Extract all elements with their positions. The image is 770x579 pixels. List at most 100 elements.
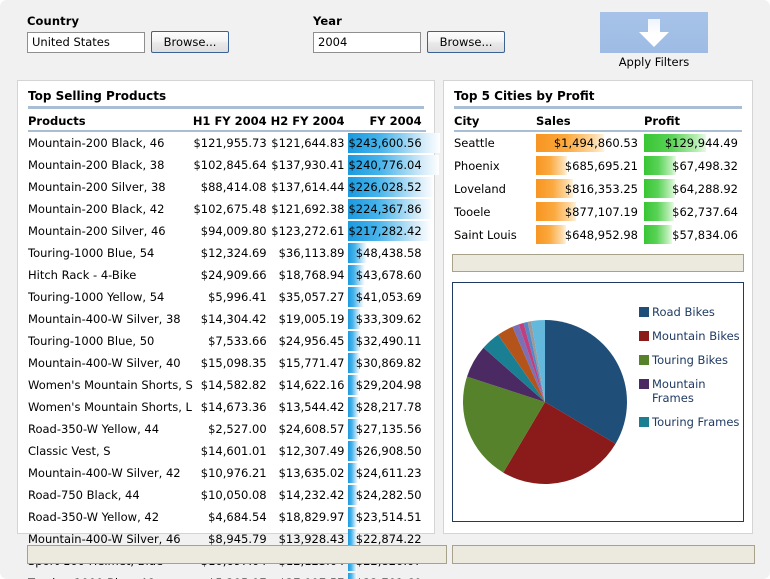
product-fy-databar-cell: $226,028.52 bbox=[348, 176, 434, 198]
product-h2-cell: $24,608.57 bbox=[278, 422, 345, 436]
city-profit-value: $129,944.49 bbox=[664, 136, 738, 150]
products-table-row[interactable]: Mountain-200 Silver, 38 $88,414.08 $137,61… bbox=[28, 176, 434, 198]
country-input[interactable] bbox=[27, 31, 145, 53]
products-col-header-h2[interactable]: H2 FY 2004 bbox=[270, 114, 349, 132]
products-table-row[interactable]: Road-350-W Yellow, 44 $2,527.00 $24,608.57… bbox=[28, 418, 426, 440]
products-col-header-fy[interactable]: FY 2004 bbox=[348, 114, 426, 132]
product-name-cell: Mountain-200 Black, 38 bbox=[28, 158, 165, 172]
product-fy-databar-cell: $224,367.86 bbox=[348, 198, 434, 220]
products-col-header-name[interactable]: Products bbox=[28, 114, 193, 132]
products-table-row[interactable]: Touring-1000 Blue, 46-$5,295.97$27,997.5… bbox=[28, 572, 426, 579]
cities-col-header-city[interactable]: City bbox=[454, 114, 534, 132]
cities-table-row[interactable]: Seattle $1,494,860.53 $129,944.49 bbox=[454, 131, 742, 154]
year-browse-button[interactable]: Browse... bbox=[427, 31, 505, 53]
products-table-row[interactable]: Mountain-400-W Silver, 38 $14,304.42 $19,0… bbox=[28, 308, 426, 330]
cities-col-header-profit[interactable]: Profit bbox=[642, 114, 742, 132]
pie-legend-item[interactable]: Mountain Bikes bbox=[639, 329, 743, 343]
products-table-row[interactable]: Mountain-200 Black, 38 $102,845.64 $137,93… bbox=[28, 154, 440, 176]
cities-col-header-sales[interactable]: Sales bbox=[534, 114, 642, 132]
product-fy-value: $33,309.62 bbox=[355, 312, 422, 326]
year-label: Year bbox=[313, 14, 342, 28]
product-h1-cell: $121,955.73 bbox=[193, 136, 267, 150]
product-h1-cell: $10,050.08 bbox=[200, 488, 267, 502]
pie-legend-swatch bbox=[639, 355, 649, 365]
products-panel-title: Top Selling Products bbox=[28, 89, 167, 103]
product-h2-cell: $19,005.19 bbox=[278, 312, 345, 326]
product-h1-cell: $12,324.69 bbox=[200, 246, 267, 260]
city-sales-databar-cell: $877,107.19 bbox=[534, 200, 642, 223]
product-fy-databar-cell: $24,611.23 bbox=[348, 462, 425, 484]
product-name-cell: Mountain-200 Silver, 46 bbox=[28, 224, 166, 238]
city-sales-databar-cell: $648,952.98 bbox=[534, 223, 642, 246]
pie-legend-label: Touring Frames bbox=[652, 415, 740, 429]
product-h2-cell: $13,635.02 bbox=[278, 466, 345, 480]
city-sales-value: $648,952.98 bbox=[564, 227, 638, 242]
product-h1-cell: $14,304.42 bbox=[200, 312, 267, 326]
products-col-header-h1[interactable]: H1 FY 2004 bbox=[192, 114, 271, 132]
product-fy-databar-cell: $43,678.60 bbox=[348, 264, 425, 286]
city-name-cell: Loveland bbox=[454, 181, 506, 196]
product-h1-cell: $5,996.41 bbox=[208, 290, 267, 304]
product-h1-cell: $7,533.66 bbox=[208, 334, 267, 348]
product-fy-databar-cell: $217,282.42 bbox=[348, 220, 431, 242]
products-table-row[interactable]: Mountain-200 Silver, 46 $94,009.80 $123,27… bbox=[28, 220, 431, 242]
products-table-row[interactable]: Touring-1000 Yellow, 54 $5,996.41 $35,057.… bbox=[28, 286, 426, 308]
product-fy-databar-cell: $240,776.04 bbox=[348, 154, 440, 176]
year-input[interactable] bbox=[313, 31, 421, 53]
products-table-row[interactable]: Classic Vest, S $14,601.01 $12,307.49 $26,9… bbox=[28, 440, 426, 462]
apply-filters-button[interactable]: Apply Filters bbox=[600, 12, 708, 69]
product-name-cell: Women's Mountain Shorts, S bbox=[28, 378, 193, 392]
country-label: Country bbox=[27, 14, 80, 28]
pie-legend-label: Road Bikes bbox=[652, 305, 715, 319]
pie-legend-item[interactable]: Road Bikes bbox=[639, 305, 743, 319]
product-fy-value: $43,678.60 bbox=[355, 268, 422, 282]
city-profit-databar-cell: $64,288.92 bbox=[642, 177, 742, 200]
product-h1-cell: $88,414.08 bbox=[200, 180, 267, 194]
product-fy-databar-cell: $23,514.51 bbox=[348, 506, 425, 528]
cities-table-row[interactable]: Saint Louis $648,952.98 $57,834.06 bbox=[454, 223, 742, 246]
product-fy-databar-cell: $29,204.98 bbox=[348, 374, 425, 396]
products-table-row[interactable]: Road-350-W Yellow, 42 $4,684.54 $18,829.97… bbox=[28, 506, 426, 528]
city-name-cell: Tooele bbox=[454, 204, 491, 219]
product-fy-value: $240,776.04 bbox=[348, 158, 422, 172]
products-table-row[interactable]: Mountain-400-W Silver, 40 $15,098.35 $15,7… bbox=[28, 352, 426, 374]
cities-table-row[interactable]: Phoenix $685,695.21 $67,498.32 bbox=[454, 154, 742, 177]
bottom-right-placeholder-box bbox=[452, 545, 755, 564]
city-sales-databar-cell: $685,695.21 bbox=[534, 154, 642, 177]
product-fy-value: $24,282.50 bbox=[355, 488, 422, 502]
product-fy-value: $32,490.11 bbox=[355, 334, 422, 348]
products-table-row[interactable]: Road-750 Black, 44 $10,050.08 $14,232.42 $2… bbox=[28, 484, 426, 506]
products-table-row[interactable]: Touring-1000 Blue, 50 $7,533.66 $24,956.45… bbox=[28, 330, 426, 352]
product-h2-cell: $24,956.45 bbox=[278, 334, 345, 348]
product-fy-databar-cell: $22,701.60 bbox=[348, 572, 425, 579]
products-table-row[interactable]: Women's Mountain Shorts, S $14,582.82 $14,… bbox=[28, 374, 426, 396]
products-header-row: Products H1 FY 2004 H2 FY 2004 FY 2004 bbox=[28, 114, 426, 132]
filter-bar: Country Browse... Year Browse... bbox=[0, 0, 770, 72]
city-sales-value: $816,353.25 bbox=[564, 181, 638, 196]
pie-legend-item[interactable]: Mountain Frames bbox=[639, 377, 743, 405]
pie-legend: Road Bikes Mountain Bikes Touring Bikes Mou… bbox=[639, 305, 743, 439]
city-profit-databar-cell: $129,944.49 bbox=[642, 131, 742, 154]
country-browse-button[interactable]: Browse... bbox=[151, 31, 229, 53]
product-name-cell: Road-750 Black, 44 bbox=[28, 488, 140, 502]
product-name-cell: Touring-1000 Yellow, 54 bbox=[28, 290, 165, 304]
product-category-pie-chart: Road Bikes Mountain Bikes Touring Bikes Mou… bbox=[452, 282, 744, 522]
products-table-row[interactable]: Mountain-200 Black, 46 $121,955.73 $121,64… bbox=[28, 131, 441, 154]
product-name-cell: Mountain-200 Silver, 38 bbox=[28, 180, 166, 194]
products-table-row[interactable]: Touring-1000 Blue, 54 $12,324.69 $36,113.8… bbox=[28, 242, 426, 264]
pie-legend-item[interactable]: Touring Frames bbox=[639, 415, 743, 429]
cities-table-row[interactable]: Loveland $816,353.25 $64,288.92 bbox=[454, 177, 742, 200]
products-table-row[interactable]: Women's Mountain Shorts, L $14,673.36 $13,… bbox=[28, 396, 426, 418]
product-fy-value: $217,282.42 bbox=[348, 224, 422, 238]
pie-legend-item[interactable]: Touring Bikes bbox=[639, 353, 743, 367]
products-table-row[interactable]: Hitch Rack - 4-Bike $24,909.66 $18,768.94 $… bbox=[28, 264, 426, 286]
products-table-row[interactable]: Mountain-400-W Silver, 42 $10,976.21 $13,6… bbox=[28, 462, 426, 484]
cities-table-row[interactable]: Tooele $877,107.19 $62,737.64 bbox=[454, 200, 742, 223]
dashboard-window: Country Browse... Year Browse... bbox=[0, 0, 770, 579]
products-table-row[interactable]: Mountain-200 Black, 42 $102,675.48 $121,69… bbox=[28, 198, 434, 220]
pie-svg bbox=[462, 320, 627, 484]
product-fy-value: $226,028.52 bbox=[348, 180, 422, 194]
product-name-cell: Touring-1000 Blue, 46 bbox=[28, 572, 193, 579]
cities-table: City Sales Profit Seattle $1,494,860.53 $1… bbox=[454, 114, 742, 246]
product-h2-cell: $35,057.27 bbox=[278, 290, 345, 304]
